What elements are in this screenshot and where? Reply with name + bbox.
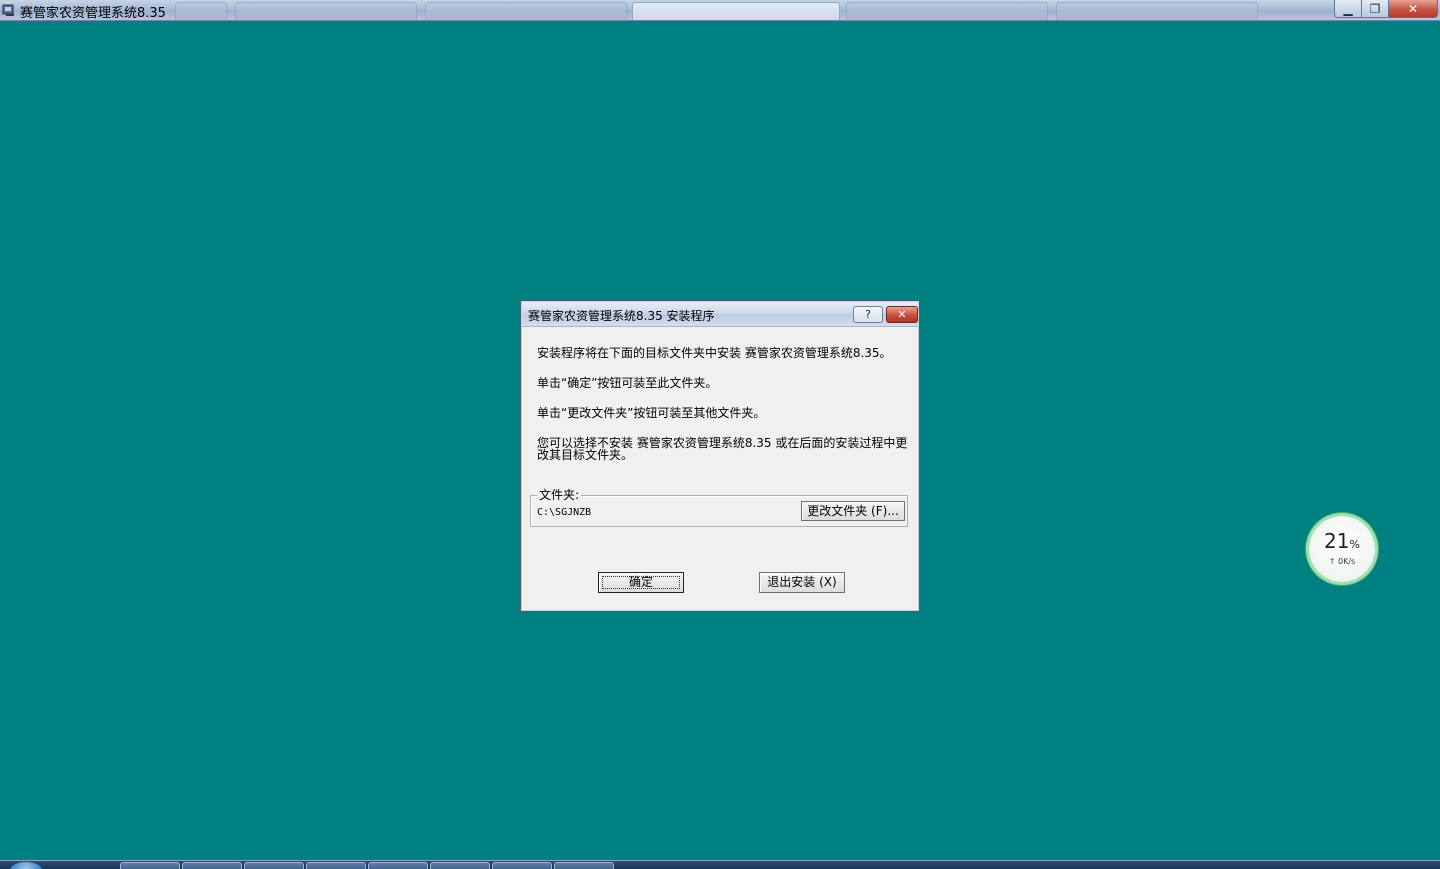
exit-setup-button[interactable]: 退出安装 (X) bbox=[759, 572, 845, 593]
background-tab bbox=[175, 2, 227, 20]
usage-percent-value: 21 bbox=[1324, 529, 1350, 553]
dialog-close-button[interactable]: ✕ bbox=[886, 306, 918, 323]
close-button[interactable]: ✕ bbox=[1388, 0, 1438, 18]
installer-dialog: 赛管家农资管理系统8.35 安装程序 ? ✕ 安装程序将在下面的目标文件夹中安装… bbox=[520, 300, 920, 612]
change-folder-button[interactable]: 更改文件夹 (F)... bbox=[801, 501, 905, 521]
dialog-title-bar: 赛管家农资管理系统8.35 安装程序 ? ✕ bbox=[522, 302, 918, 327]
close-icon: ✕ bbox=[1407, 1, 1419, 16]
background-tab bbox=[425, 2, 627, 20]
install-target-text: 安装程序将在下面的目标文件夹中安装 赛管家农资管理系统8.35。 bbox=[537, 346, 892, 360]
minimize-button[interactable]: ▁ bbox=[1334, 0, 1362, 18]
ok-hint-text: 单击“确定”按钮可装至此文件夹。 bbox=[537, 376, 718, 390]
folder-path: C:\SGJNZB bbox=[537, 507, 592, 518]
upload-arrow-icon: ↑ bbox=[1328, 557, 1336, 566]
restore-icon: ❐ bbox=[1369, 1, 1381, 16]
network-monitor-widget[interactable]: 21% ↑ 0K/s bbox=[1309, 516, 1375, 582]
dialog-title: 赛管家农资管理系统8.35 安装程序 bbox=[528, 309, 715, 323]
help-button[interactable]: ? bbox=[853, 306, 883, 323]
restore-button[interactable]: ❐ bbox=[1361, 0, 1389, 18]
skip-hint-text: 您可以选择不安装 赛管家农资管理系统8.35 或在后面的安装过程中更改其目标文件… bbox=[537, 436, 908, 462]
help-icon: ? bbox=[865, 308, 871, 321]
app-title: 赛管家农资管理系统8.35 bbox=[20, 6, 166, 21]
usage-percent: 21% bbox=[1309, 529, 1375, 553]
close-icon: ✕ bbox=[897, 308, 907, 321]
background-tab bbox=[235, 2, 417, 20]
installer-app-icon bbox=[2, 4, 14, 16]
background-tab bbox=[632, 2, 840, 20]
change-folder-hint-text: 单击“更改文件夹”按钮可装至其他文件夹。 bbox=[537, 406, 766, 420]
background-tab bbox=[846, 2, 1048, 20]
folder-label: 文件夹: bbox=[537, 488, 582, 502]
usage-percent-unit: % bbox=[1349, 538, 1360, 551]
background-tab bbox=[1056, 2, 1258, 20]
upload-speed: ↑ 0K/s bbox=[1309, 557, 1375, 566]
minimize-icon: ▁ bbox=[1343, 1, 1353, 16]
upload-speed-value: 0K/s bbox=[1338, 557, 1356, 566]
ok-button-label: 确定 bbox=[628, 575, 653, 589]
folder-groupbox: 文件夹: C:\SGJNZB 更改文件夹 (F)... bbox=[530, 488, 908, 527]
app-title-bar: 赛管家农资管理系统8.35 ▁ ❐ ✕ bbox=[0, 0, 1440, 21]
ok-button[interactable]: 确定 bbox=[598, 572, 684, 593]
